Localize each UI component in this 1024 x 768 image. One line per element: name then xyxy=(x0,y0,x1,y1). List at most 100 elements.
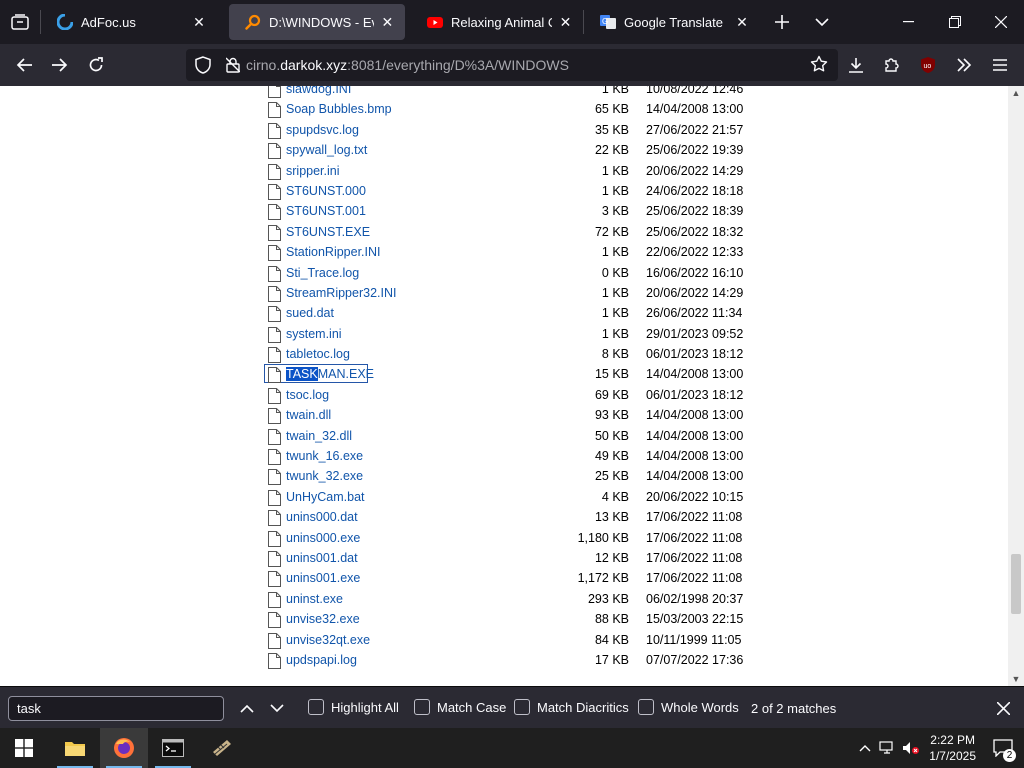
file-row[interactable]: twunk_32.exe 25 KB 14/04/2008 13:00 xyxy=(0,466,1008,486)
file-name-link[interactable]: unins000.dat xyxy=(286,510,358,524)
more-tools-button[interactable] xyxy=(946,49,982,81)
checkbox-box[interactable] xyxy=(638,699,654,715)
file-row[interactable]: unins000.dat 13 KB 17/06/2022 11:08 xyxy=(0,507,1008,527)
file-row[interactable]: twain.dll 93 KB 14/04/2008 13:00 xyxy=(0,405,1008,425)
file-row[interactable]: sued.dat 1 KB 26/06/2022 11:34 xyxy=(0,303,1008,323)
new-tab-button[interactable] xyxy=(762,0,802,44)
bookmark-star-icon[interactable] xyxy=(810,55,828,78)
file-row[interactable]: unvise32.exe 88 KB 15/03/2003 22:15 xyxy=(0,609,1008,629)
reload-button[interactable] xyxy=(78,49,114,81)
file-row[interactable]: twain_32.dll 50 KB 14/04/2008 13:00 xyxy=(0,426,1008,446)
file-name-link[interactable]: UnHyCam.bat xyxy=(286,490,365,504)
file-name-link[interactable]: Sti_Trace.log xyxy=(286,266,359,280)
match-case-checkbox[interactable]: Match Case xyxy=(414,699,506,715)
close-tab-icon[interactable]: ✕ xyxy=(380,12,395,32)
file-name-link[interactable]: StreamRipper32.INI xyxy=(286,286,396,300)
file-name-link[interactable]: ST6UNST.000 xyxy=(286,184,366,198)
url-text[interactable]: cirno.darkok.xyz:8081/everything/D%3A/WI… xyxy=(246,57,569,73)
tracking-protection-icon[interactable] xyxy=(186,56,220,74)
file-name-link[interactable]: twain_32.dll xyxy=(286,429,352,443)
file-name-link[interactable]: TASKMAN.EXE xyxy=(286,367,374,382)
file-row[interactable]: updspapi.log 17 KB 07/07/2022 17:36 xyxy=(0,650,1008,670)
vertical-scrollbar[interactable]: ▲ ▼ xyxy=(1008,86,1024,686)
file-name-link[interactable]: twunk_32.exe xyxy=(286,469,363,483)
scrollbar-thumb[interactable] xyxy=(1011,554,1021,614)
firefox-view-button[interactable] xyxy=(0,0,40,44)
file-name-link[interactable]: unvise32.exe xyxy=(286,612,360,626)
file-row[interactable]: Soap Bubbles.bmp 65 KB 14/04/2008 13:00 xyxy=(0,99,1008,119)
file-name-link[interactable]: tsoc.log xyxy=(286,388,329,402)
notification-center-button[interactable]: 2 xyxy=(988,728,1018,768)
checkbox-box[interactable] xyxy=(514,699,530,715)
file-row[interactable]: TASKMAN.EXE 15 KB 14/04/2008 13:00 xyxy=(0,364,1008,384)
app-taskbar-button[interactable] xyxy=(198,728,246,768)
close-find-bar-button[interactable] xyxy=(992,697,1014,719)
file-name-link[interactable]: unvise32qt.exe xyxy=(286,633,370,647)
downloads-button[interactable] xyxy=(838,49,874,81)
scroll-down-arrow-icon[interactable]: ▼ xyxy=(1008,672,1024,686)
list-all-tabs-button[interactable] xyxy=(802,0,842,44)
tab-everything[interactable]: D:\WINDOWS - Everyth ✕ xyxy=(229,4,405,40)
file-row[interactable]: twunk_16.exe 49 KB 14/04/2008 13:00 xyxy=(0,446,1008,466)
back-button[interactable] xyxy=(6,49,42,81)
file-row[interactable]: sripper.ini 1 KB 20/06/2022 14:29 xyxy=(0,161,1008,181)
find-next-button[interactable] xyxy=(264,696,290,720)
tab-google-translate[interactable]: G Google Translate ✕ xyxy=(584,4,762,40)
file-name-link[interactable]: slawdog.INI xyxy=(286,86,351,96)
file-name-link[interactable]: spywall_log.txt xyxy=(286,143,367,157)
firefox-taskbar-button[interactable] xyxy=(100,728,148,768)
maximize-button[interactable] xyxy=(932,0,978,44)
file-row[interactable]: Sti_Trace.log 0 KB 16/06/2022 16:10 xyxy=(0,263,1008,283)
close-tab-icon[interactable]: ✕ xyxy=(558,12,573,32)
file-name-link[interactable]: spupdsvc.log xyxy=(286,123,359,137)
file-row[interactable]: StationRipper.INI 1 KB 22/06/2022 12:33 xyxy=(0,242,1008,262)
ublock-origin-button[interactable]: uo xyxy=(910,49,946,81)
insecure-page-icon[interactable] xyxy=(220,57,246,73)
file-row[interactable]: tabletoc.log 8 KB 06/01/2023 18:12 xyxy=(0,344,1008,364)
file-row[interactable]: uninst.exe 293 KB 06/02/1998 20:37 xyxy=(0,589,1008,609)
show-hidden-icons-chevron-icon[interactable] xyxy=(855,744,875,752)
address-bar[interactable]: cirno.darkok.xyz:8081/everything/D%3A/WI… xyxy=(186,49,838,81)
match-diacritics-checkbox[interactable]: Match Diacritics xyxy=(514,699,629,715)
file-row[interactable]: unvise32qt.exe 84 KB 10/11/1999 11:05 xyxy=(0,630,1008,650)
minimize-button[interactable] xyxy=(886,0,932,44)
whole-words-checkbox[interactable]: Whole Words xyxy=(638,699,739,715)
file-name-link[interactable]: sued.dat xyxy=(286,306,334,320)
file-row[interactable]: StreamRipper32.INI 1 KB 20/06/2022 14:29 xyxy=(0,283,1008,303)
checkbox-box[interactable] xyxy=(414,699,430,715)
tab-adfocus[interactable]: AdFoc.us ✕ xyxy=(41,4,219,40)
file-row[interactable]: UnHyCam.bat 4 KB 20/06/2022 10:15 xyxy=(0,487,1008,507)
start-button[interactable] xyxy=(0,728,48,768)
file-row[interactable]: system.ini 1 KB 29/01/2023 09:52 xyxy=(0,324,1008,344)
tab-youtube[interactable]: Relaxing Animal Crossi ✕ xyxy=(411,4,583,40)
network-icon[interactable] xyxy=(875,741,899,755)
terminal-taskbar-button[interactable] xyxy=(149,728,197,768)
highlight-all-checkbox[interactable]: Highlight All xyxy=(308,699,399,715)
extensions-button[interactable] xyxy=(874,49,910,81)
file-row[interactable]: spupdsvc.log 35 KB 27/06/2022 21:57 xyxy=(0,120,1008,140)
file-name-link[interactable]: ST6UNST.EXE xyxy=(286,225,370,239)
file-row[interactable]: ST6UNST.001 3 KB 25/06/2022 18:39 xyxy=(0,201,1008,221)
file-name-link[interactable]: twunk_16.exe xyxy=(286,449,363,463)
file-row[interactable]: ST6UNST.000 1 KB 24/06/2022 18:18 xyxy=(0,181,1008,201)
close-window-button[interactable] xyxy=(978,0,1024,44)
file-name-link[interactable]: system.ini xyxy=(286,327,342,341)
file-name-link[interactable]: tabletoc.log xyxy=(286,347,350,361)
speaker-muted-icon[interactable] xyxy=(899,741,923,755)
clock[interactable]: 2:22 PM 1/7/2025 xyxy=(929,732,976,764)
file-row[interactable]: unins001.exe 1,172 KB 17/06/2022 11:08 xyxy=(0,568,1008,588)
file-row[interactable]: slawdog.INI 1 KB 10/08/2022 12:46 xyxy=(0,86,1008,99)
file-name-link[interactable]: unins000.exe xyxy=(286,531,360,545)
close-tab-icon[interactable]: ✕ xyxy=(732,12,752,32)
checkbox-box[interactable] xyxy=(308,699,324,715)
forward-button[interactable] xyxy=(42,49,78,81)
file-name-link[interactable]: uninst.exe xyxy=(286,592,343,606)
file-row[interactable]: unins001.dat 12 KB 17/06/2022 11:08 xyxy=(0,548,1008,568)
file-name-link[interactable]: updspapi.log xyxy=(286,653,357,667)
file-name-link[interactable]: StationRipper.INI xyxy=(286,245,381,259)
file-row[interactable]: tsoc.log 69 KB 06/01/2023 18:12 xyxy=(0,385,1008,405)
file-row[interactable]: unins000.exe 1,180 KB 17/06/2022 11:08 xyxy=(0,528,1008,548)
file-name-link[interactable]: unins001.exe xyxy=(286,571,360,585)
file-name-link[interactable]: Soap Bubbles.bmp xyxy=(286,102,392,116)
find-input[interactable] xyxy=(8,696,224,721)
